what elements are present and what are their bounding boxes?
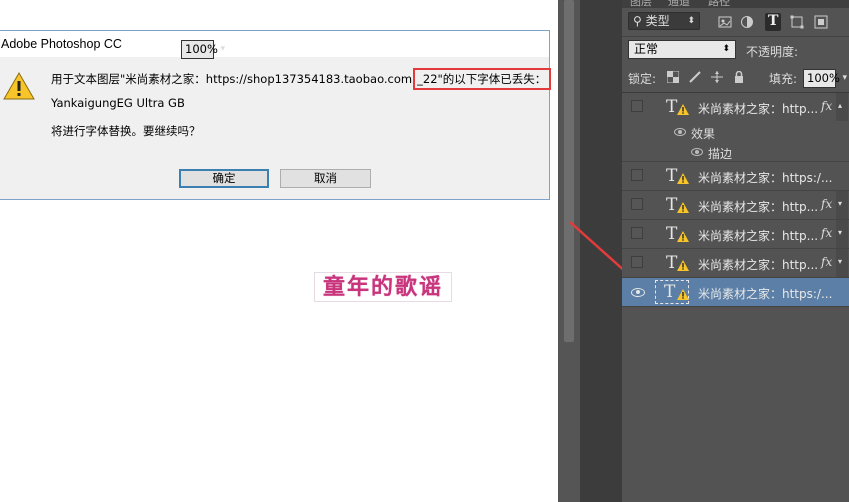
layer-row[interactable]: T 米尚素材之家：http... fx ▴ 效果 描边 [622,93,849,162]
fill-value: 100% [807,71,840,85]
lock-position-icon[interactable] [711,71,723,83]
opacity-field[interactable]: 100% ▾ [181,40,225,59]
smart-object-filter-icon[interactable] [814,15,828,29]
warning-icon [677,173,689,184]
dialog-message: 用于文本图层"米尚素材之家：https://shop137354183.taob… [51,68,552,90]
eye-icon[interactable] [691,148,703,156]
search-icon: ⚲ [633,14,646,28]
effects-toggle[interactable]: ▴ [836,93,848,121]
chevron-down-icon: ▾ [838,228,843,237]
filter-kind-select[interactable]: ⚲ 类型 ⬍ [628,12,700,30]
fill-field[interactable]: 100% ▾ [803,69,847,88]
chevron-down-icon: ▾ [838,199,843,208]
layer-name[interactable]: 米尚素材之家：https:/... [698,285,832,302]
lock-all-icon[interactable] [733,71,745,83]
lock-transparent-icon[interactable] [667,71,679,83]
lock-row: 锁定: 填充: 100% ▾ [622,64,849,93]
visibility-toggle[interactable] [631,100,643,112]
layer-row[interactable]: T 米尚素材之家：https:/... [622,162,849,191]
dialog-title: Adobe Photoshop CC [1,37,122,51]
chevron-up-icon: ▴ [838,101,843,110]
warning-icon [677,104,689,115]
message-text: 用于文本图层"米尚素材之家：https://shop137354183.taob… [51,72,413,86]
missing-font-name: YankaigungEG Ultra GB [51,96,185,110]
dialog-titlebar[interactable]: Adobe Photoshop CC [0,31,549,57]
chevron-down-icon[interactable]: ▾ [842,70,847,87]
visibility-toggle[interactable] [631,227,643,239]
fill-label: 填充: [769,72,798,86]
blend-mode-value: 正常 [634,42,659,56]
eye-icon[interactable] [631,288,645,297]
cancel-button[interactable]: 取消 [280,169,371,188]
warning-icon [677,202,689,213]
pixel-filter-icon[interactable] [718,15,732,29]
eye-icon[interactable] [674,128,686,136]
layer-name[interactable]: 米尚素材之家：https:/... [698,169,832,186]
ok-button[interactable]: 确定 [179,169,269,188]
effects-toggle[interactable]: ▾ [836,220,848,248]
artwork-text: 童年的歌谣 [314,272,452,302]
fx-icon[interactable]: fx [821,197,832,211]
dialog-question: 将进行字体替换。要继续吗？ [51,124,201,138]
filter-kind-label: 类型 [645,14,670,28]
chevron-down-icon[interactable]: ▾ [220,41,225,58]
layers-panel: 图层 通道 路径 ⚲ 类型 ⬍ T 正常 ⬍ 不透明度: 100% ▾ 锁定: 填充:… [181,0,849,502]
filter-row: ⚲ 类型 ⬍ T [622,8,849,37]
layer-name[interactable]: 米尚素材之家：http... [698,256,818,273]
opacity-label: 不透明度: [746,45,799,59]
lock-image-icon[interactable] [689,71,701,83]
effects-toggle[interactable]: ▾ [836,191,848,219]
missing-font-dialog: Adobe Photoshop CC 用于文本图层"米尚素材之家：https:/… [0,30,552,200]
blend-mode-select[interactable]: 正常 ⬍ [628,40,736,59]
type-icon: T [768,13,779,29]
warning-icon [3,71,35,100]
visibility-toggle[interactable] [631,198,643,210]
warning-icon [677,260,689,271]
blend-row: 正常 ⬍ 不透明度: 100% ▾ [181,36,849,64]
layer-name[interactable]: 米尚素材之家：http... [698,227,818,244]
layer-name[interactable]: 米尚素材之家：http... [698,198,818,215]
opacity-value: 100% [185,42,218,56]
layer-row[interactable]: T 米尚素材之家：http... fx ▾ [622,249,849,278]
type-filter-button[interactable]: T [765,13,781,31]
shape-filter-icon[interactable] [790,15,804,29]
adjustment-filter-icon[interactable] [740,15,754,29]
visibility-toggle[interactable] [631,169,643,181]
effects-label: 效果 [691,127,716,141]
fx-icon[interactable]: fx [821,255,832,269]
visibility-toggle[interactable] [631,256,643,268]
layer-name[interactable]: 米尚素材之家：http... [698,100,818,117]
chevron-icon: ⬍ [687,16,695,26]
lock-label: 锁定: [628,72,657,86]
warning-icon [677,231,689,242]
effects-toggle[interactable]: ▾ [836,249,848,277]
layer-row[interactable]: T 米尚素材之家：http... fx ▾ [622,191,849,220]
layer-row-selected[interactable]: T 米尚素材之家：https:/... [622,278,849,307]
fx-icon[interactable]: fx [821,226,832,240]
fx-icon[interactable]: fx [821,99,832,113]
panel-tabs: 图层 通道 路径 [622,0,849,8]
warning-icon [677,289,689,300]
layer-row[interactable]: T 米尚素材之家：http... fx ▾ [622,220,849,249]
chevron-icon: ⬍ [722,44,730,54]
stroke-effect-label: 描边 [708,147,733,161]
highlight-box: _22"的以下字体已丢失： [413,68,552,90]
chevron-down-icon: ▾ [838,257,843,266]
